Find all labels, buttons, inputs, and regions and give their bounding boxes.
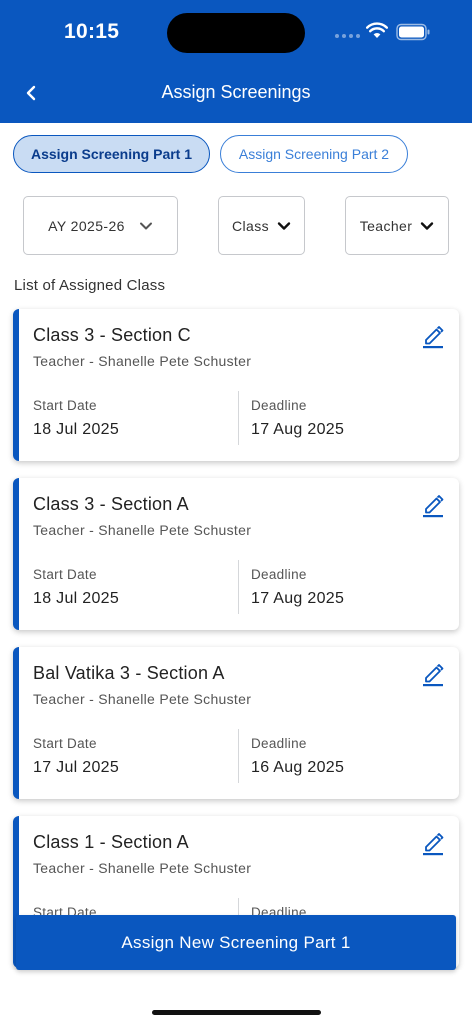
card-title: Class 1 - Section A bbox=[33, 832, 189, 852]
status-time: 10:15 bbox=[64, 20, 120, 43]
start-date-label: Start Date bbox=[33, 736, 97, 751]
deadline-label: Deadline bbox=[251, 398, 307, 413]
list-heading: List of Assigned Class bbox=[14, 277, 166, 294]
class-dropdown[interactable]: Class bbox=[218, 196, 305, 255]
deadline-value: 17 Aug 2025 bbox=[251, 590, 345, 607]
column-divider bbox=[238, 729, 239, 783]
chevron-down-icon bbox=[421, 221, 434, 230]
start-date-value: 18 Jul 2025 bbox=[33, 590, 120, 607]
assigned-class-card[interactable]: Class 3 - Section C Teacher - Shanelle P… bbox=[13, 309, 459, 461]
start-date-value: 17 Jul 2025 bbox=[33, 759, 120, 776]
assign-new-screening-button[interactable]: Assign New Screening Part 1 bbox=[16, 915, 456, 970]
deadline-label: Deadline bbox=[251, 736, 307, 751]
dynamic-island bbox=[167, 13, 305, 53]
teacher-dropdown[interactable]: Teacher bbox=[345, 196, 449, 255]
academic-year-value: AY 2025-26 bbox=[48, 217, 125, 234]
start-date-label: Start Date bbox=[33, 398, 97, 413]
app-header: 10:15 Assign Screenings bbox=[0, 0, 472, 123]
edit-button[interactable] bbox=[421, 323, 445, 349]
card-title: Class 3 - Section C bbox=[33, 325, 191, 345]
pencil-icon bbox=[423, 495, 444, 518]
card-title: Bal Vatika 3 - Section A bbox=[33, 663, 225, 683]
card-teacher: Teacher - Shanelle Pete Schuster bbox=[33, 522, 252, 538]
tab-assign-screening-part-2[interactable]: Assign Screening Part 2 bbox=[220, 135, 408, 173]
pencil-icon bbox=[423, 664, 444, 687]
teacher-value: Teacher bbox=[359, 217, 413, 234]
bottom-safe-area bbox=[0, 970, 472, 1024]
class-value: Class bbox=[231, 217, 269, 234]
cellular-signal-icon bbox=[335, 34, 360, 38]
tab-assign-screening-part-1[interactable]: Assign Screening Part 1 bbox=[13, 135, 210, 173]
column-divider bbox=[238, 391, 239, 445]
column-divider bbox=[238, 560, 239, 614]
battery-icon bbox=[396, 23, 430, 41]
deadline-value: 16 Aug 2025 bbox=[251, 759, 345, 776]
card-title: Class 3 - Section A bbox=[33, 494, 189, 514]
assigned-class-card[interactable]: Class 3 - Section A Teacher - Shanelle P… bbox=[13, 478, 459, 630]
edit-button[interactable] bbox=[421, 661, 445, 687]
assigned-class-card[interactable]: Bal Vatika 3 - Section A Teacher - Shane… bbox=[13, 647, 459, 799]
academic-year-dropdown[interactable]: AY 2025-26 bbox=[23, 196, 178, 255]
home-indicator[interactable] bbox=[152, 1010, 321, 1015]
edit-button[interactable] bbox=[421, 830, 445, 856]
pencil-icon bbox=[423, 326, 444, 349]
edit-button[interactable] bbox=[421, 492, 445, 518]
start-date-value: 18 Jul 2025 bbox=[33, 421, 120, 438]
pencil-icon bbox=[423, 833, 444, 856]
deadline-value: 17 Aug 2025 bbox=[251, 421, 345, 438]
card-teacher: Teacher - Shanelle Pete Schuster bbox=[33, 353, 252, 369]
chevron-down-icon bbox=[139, 222, 152, 229]
card-teacher: Teacher - Shanelle Pete Schuster bbox=[33, 860, 252, 876]
deadline-label: Deadline bbox=[251, 567, 307, 582]
page-title: Assign Screenings bbox=[161, 82, 311, 102]
start-date-label: Start Date bbox=[33, 567, 97, 582]
chevron-down-icon bbox=[277, 221, 291, 230]
wifi-icon bbox=[366, 22, 388, 38]
card-teacher: Teacher - Shanelle Pete Schuster bbox=[33, 691, 252, 707]
